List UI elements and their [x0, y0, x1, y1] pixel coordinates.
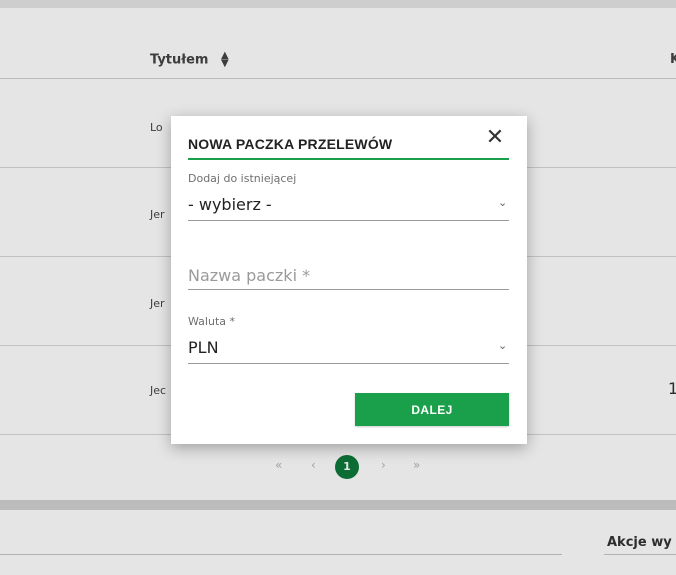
currency-select[interactable]: PLN ⌄: [171, 338, 527, 366]
currency-value: PLN: [188, 338, 219, 357]
existing-batch-select[interactable]: - wybierz - ⌄: [171, 195, 527, 223]
close-icon[interactable]: ✕: [483, 126, 507, 150]
existing-batch-underline: [188, 220, 509, 221]
modal-title: NOWA PACZKA PRZELEWÓW: [188, 136, 393, 152]
currency-underline: [188, 363, 509, 364]
existing-batch-value: - wybierz -: [188, 195, 272, 214]
existing-batch-label: Dodaj do istniejącej: [188, 172, 297, 185]
batch-name-input[interactable]: [188, 256, 509, 290]
chevron-down-icon: ⌄: [498, 196, 508, 209]
chevron-down-icon: ⌄: [498, 339, 508, 352]
new-batch-modal: NOWA PACZKA PRZELEWÓW ✕ Dodaj do istniej…: [171, 116, 527, 444]
modal-title-underline: [188, 158, 509, 160]
currency-label: Waluta *: [188, 315, 235, 328]
next-button[interactable]: DALEJ: [355, 393, 509, 426]
